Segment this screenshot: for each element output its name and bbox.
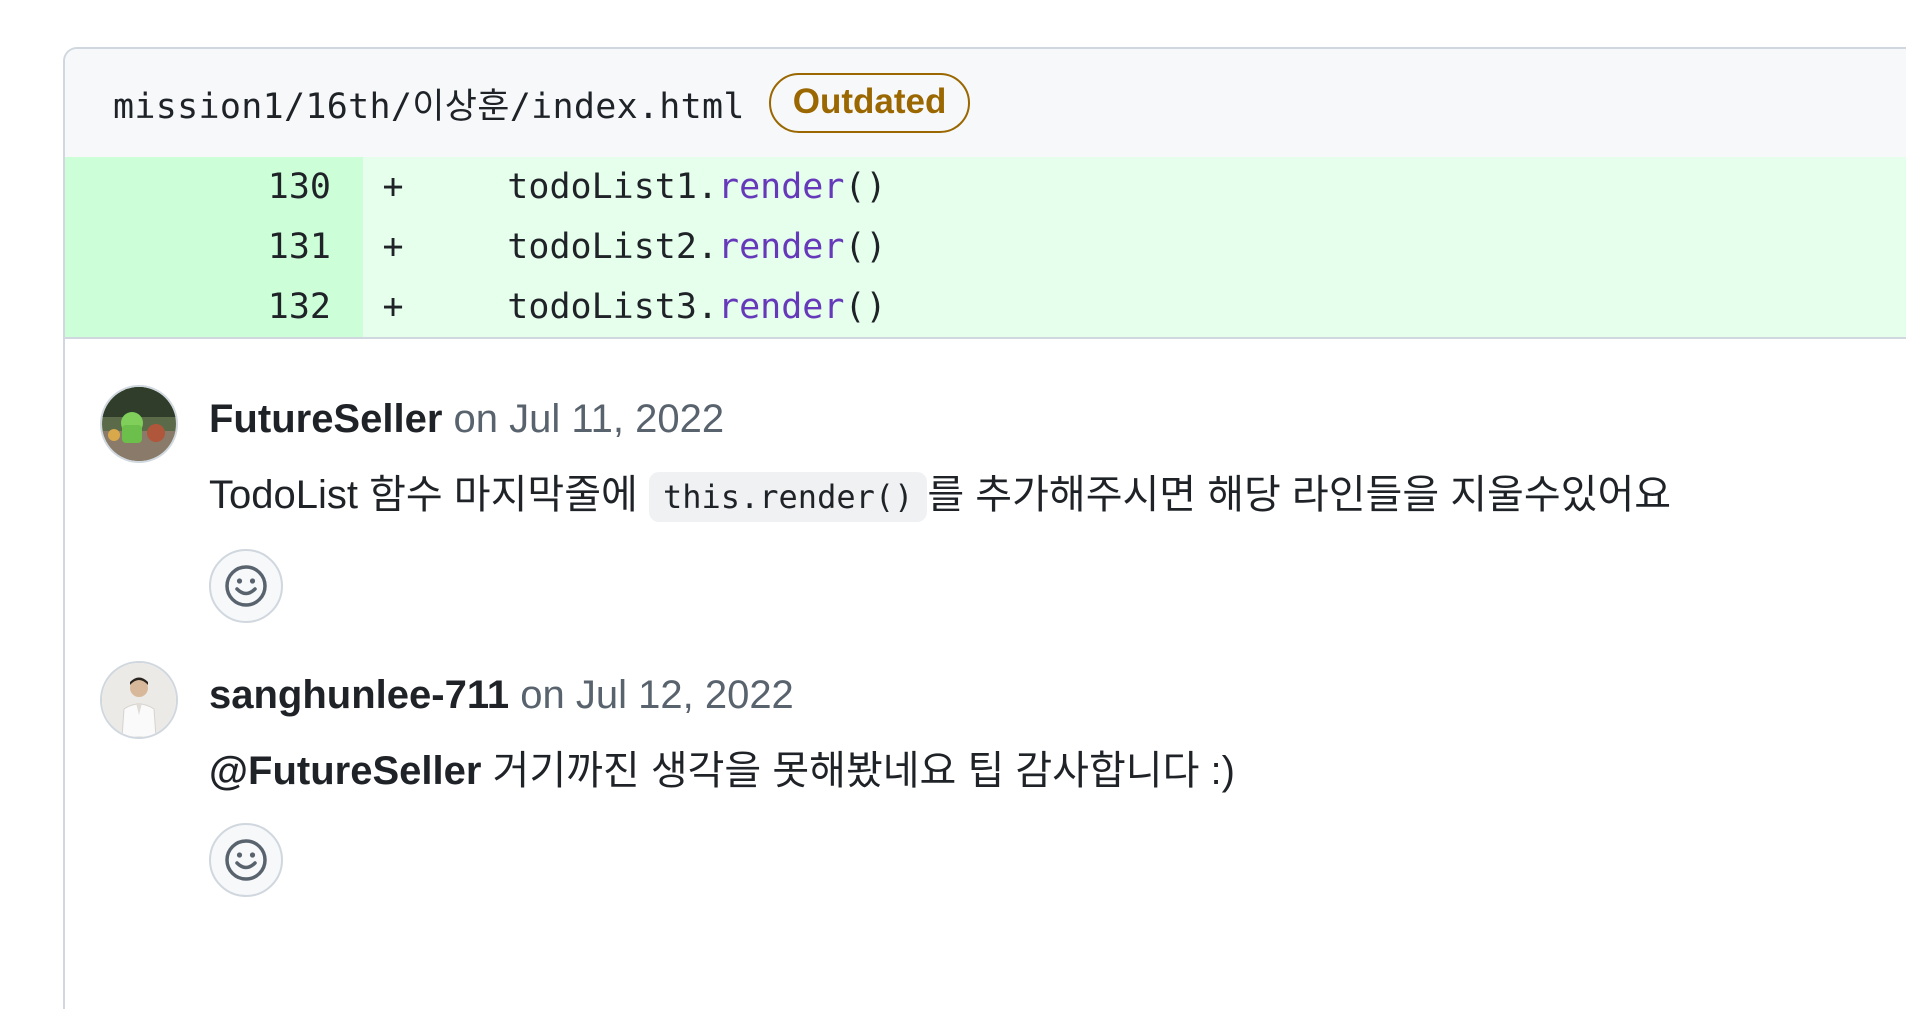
avatar-image — [102, 663, 176, 737]
addition-marker: + — [382, 167, 404, 207]
code-object: todoList2. — [507, 227, 719, 267]
user-mention-link[interactable]: @FutureSeller — [209, 749, 481, 793]
addition-marker: + — [382, 227, 404, 267]
code-method: render — [718, 287, 845, 327]
smiley-icon — [225, 565, 267, 607]
code-args: () — [844, 227, 887, 267]
review-comment: FutureSeller on Jul 11, 2022 TodoList 함수… — [65, 385, 1906, 623]
diff-line: 131 + todoList2.render() — [65, 217, 1906, 277]
file-header: mission1/16th/이상훈/index.html Outdated — [65, 49, 1906, 157]
smiley-icon — [225, 839, 267, 881]
comment-header: FutureSeller on Jul 11, 2022 — [209, 385, 1906, 445]
addition-marker: + — [382, 287, 404, 327]
line-number[interactable]: 132 — [65, 277, 363, 337]
diff-line: 132 + todoList3.render() — [65, 277, 1906, 337]
avatar[interactable] — [100, 385, 178, 463]
code-line: todoList2.render() — [423, 227, 887, 267]
comment-body: TodoList 함수 마지막줄에 this.render() 를 추가해주시면 … — [209, 467, 1906, 525]
file-path-link[interactable]: mission1/16th/이상훈/index.html — [113, 78, 745, 129]
code-args: () — [844, 167, 887, 207]
comment-list: FutureSeller on Jul 11, 2022 TodoList 함수… — [65, 339, 1906, 897]
author-link[interactable]: FutureSeller — [209, 397, 442, 441]
avatar-image — [102, 387, 176, 461]
comment-timestamp[interactable]: on Jul 12, 2022 — [520, 673, 794, 717]
avatar[interactable] — [100, 661, 178, 739]
code-method: render — [718, 167, 845, 207]
inline-code: this.render() — [648, 472, 928, 522]
comment-timestamp[interactable]: on Jul 11, 2022 — [454, 397, 725, 441]
code-line: todoList3.render() — [423, 287, 887, 327]
diff-line: 130 + todoList1.render() — [65, 157, 1906, 217]
comment-text: 거기까진 생각을 못해봤네요 팁 감사합니다 :) — [481, 749, 1235, 793]
add-reaction-button[interactable] — [209, 823, 283, 897]
line-number[interactable]: 131 — [65, 217, 363, 277]
review-comment: sanghunlee-711 on Jul 12, 2022 @FutureSe… — [65, 661, 1906, 897]
code-line: todoList1.render() — [423, 167, 887, 207]
comment-text: 를 추가해주시면 해당 라인들을 지울수있어요 — [927, 473, 1672, 517]
line-number[interactable]: 130 — [65, 157, 363, 217]
code-method: render — [718, 227, 845, 267]
code-object: todoList1. — [507, 167, 719, 207]
outdated-badge: Outdated — [768, 73, 971, 133]
author-link[interactable]: sanghunlee-711 — [209, 673, 509, 717]
comment-text: TodoList 함수 마지막줄에 — [209, 473, 649, 517]
diff-hunk: 130 + todoList1.render() 131 + todoList2… — [65, 157, 1906, 339]
comment-header: sanghunlee-711 on Jul 12, 2022 — [209, 661, 1906, 721]
code-object: todoList3. — [507, 287, 719, 327]
code-args: () — [844, 287, 887, 327]
comment-body: @FutureSeller 거기까진 생각을 못해봤네요 팁 감사합니다 :) — [209, 743, 1906, 799]
add-reaction-button[interactable] — [209, 549, 283, 623]
review-thread: mission1/16th/이상훈/index.html Outdated 13… — [63, 47, 1906, 1009]
